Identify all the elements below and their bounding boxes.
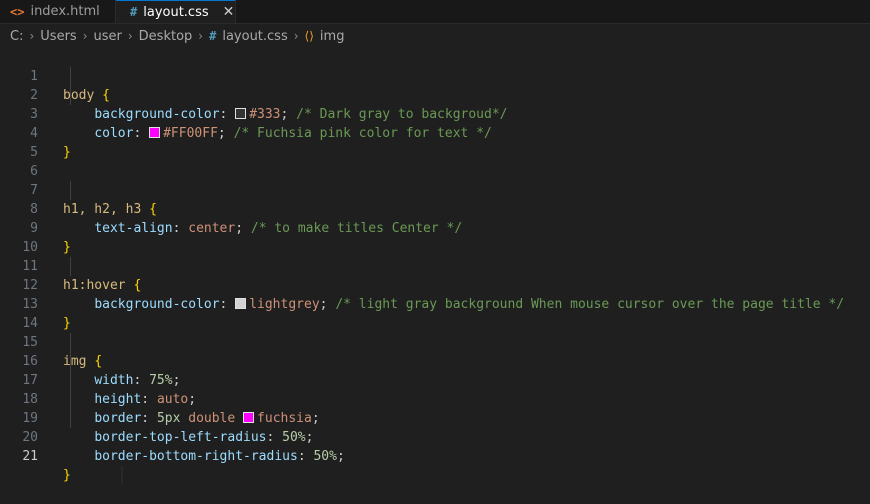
line-number: 21 <box>22 449 38 464</box>
close-icon[interactable]: ✕ <box>223 4 235 20</box>
symbol-icon: ⟨⟩ <box>304 29 314 43</box>
breadcrumb-item[interactable]: C: <box>10 29 23 44</box>
code-line-current[interactable]: 21 } <box>0 428 870 485</box>
tab-label: layout.css <box>143 4 209 20</box>
breadcrumb-item[interactable]: Users <box>40 29 76 44</box>
code-editor[interactable]: 1 body { 2 background-color: #333; /* Da… <box>0 48 870 485</box>
breadcrumb-item[interactable]: Desktop <box>139 29 193 44</box>
code-line[interactable]: 4 } <box>0 105 870 160</box>
code-line[interactable]: 2 background-color: #333; /* Dark gray t… <box>0 67 870 122</box>
code-line[interactable]: 10 <box>0 219 870 255</box>
code-line[interactable]: 14 <box>0 295 870 331</box>
code-line[interactable]: 8 text-align: center; /* to make titles … <box>0 181 870 236</box>
html-file-icon: <> <box>10 4 25 19</box>
code-line[interactable]: 20 border-bottom-right-radius: 50%; <box>0 409 870 464</box>
code-line[interactable]: 15 img { <box>0 314 870 369</box>
chevron-right-icon: › <box>198 29 204 43</box>
tab-label: index.html <box>30 4 100 19</box>
tab-index-html[interactable]: <> index.html <box>0 0 116 23</box>
code-line[interactable]: 18 border: 5px double fuchsia; <box>0 371 870 426</box>
breadcrumb-item[interactable]: user <box>94 29 122 44</box>
code-line[interactable]: 11 h1:hover { <box>0 238 870 293</box>
breadcrumb: C: › Users › user › Desktop › # layout.c… <box>0 24 870 48</box>
code-line[interactable]: 13 } <box>0 276 870 331</box>
code-line[interactable]: 5 <box>0 124 870 160</box>
chevron-right-icon: › <box>29 29 35 43</box>
css-file-icon: # <box>130 5 138 19</box>
code-line[interactable]: 9 } <box>0 200 870 255</box>
code-line[interactable]: 6 <box>0 143 870 179</box>
tab-layout-css[interactable]: # layout.css ✕ <box>116 0 236 23</box>
code-line[interactable]: 19 border-top-left-radius: 50%; <box>0 390 870 445</box>
code-line[interactable]: 16 width: 75%; <box>0 333 870 388</box>
chevron-right-icon: › <box>127 29 133 43</box>
code-line[interactable]: 17 height: auto; <box>0 352 870 407</box>
code-line[interactable]: 3 color: #FF00FF; /* Fuchsia pink color … <box>0 86 870 141</box>
breadcrumb-item[interactable]: layout.css <box>222 29 287 44</box>
chevron-right-icon: › <box>293 29 299 43</box>
chevron-right-icon: › <box>82 29 88 43</box>
breadcrumb-item[interactable]: img <box>320 29 345 44</box>
code-line[interactable]: 1 body { <box>0 48 870 103</box>
css-file-icon: # <box>209 29 217 43</box>
code-line[interactable]: 7 h1, h2, h3 { <box>0 162 870 217</box>
code-line[interactable]: 12 background-color: lightgrey; /* light… <box>0 257 870 312</box>
tab-bar: <> index.html # layout.css ✕ <box>0 0 870 24</box>
